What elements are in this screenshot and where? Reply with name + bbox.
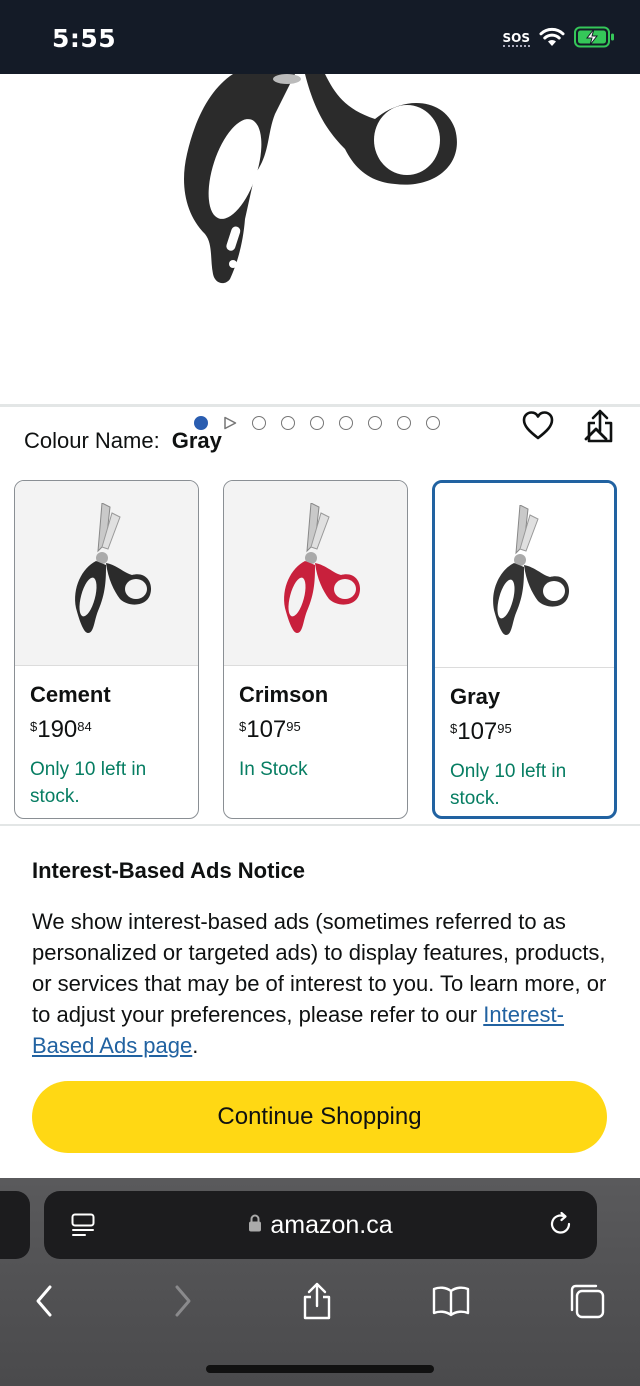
swatch-image <box>15 481 198 666</box>
address-bar[interactable]: amazon.ca <box>44 1191 597 1259</box>
lock-icon <box>248 1210 262 1239</box>
wifi-icon <box>538 26 566 53</box>
status-bar: 5:55 SOS <box>0 0 640 74</box>
option-price: $19084 <box>30 716 92 743</box>
status-time: 5:55 <box>52 24 117 53</box>
chevron-up-icon[interactable] <box>580 420 612 448</box>
share-icon[interactable] <box>292 1276 342 1326</box>
colour-name-value: Gray <box>171 428 222 453</box>
option-stock-status: In Stock <box>239 759 308 780</box>
colour-name-row: Colour Name: Gray <box>24 428 222 454</box>
url-display[interactable]: amazon.ca <box>44 1211 597 1240</box>
option-price: $10795 <box>450 718 512 745</box>
image-carousel-dots[interactable] <box>194 416 440 430</box>
notice-body: We show interest-based ads (sometimes re… <box>32 909 607 1058</box>
browser-toolbar <box>0 1276 640 1326</box>
product-image[interactable] <box>175 74 465 294</box>
carousel-dot[interactable] <box>252 416 266 430</box>
colour-options: Cement $19084 Only 10 left in stock. Cri… <box>14 480 617 819</box>
carousel-dot[interactable] <box>426 416 440 430</box>
carousel-dot[interactable] <box>281 416 295 430</box>
colour-option-gray[interactable]: Gray $10795 Only 10 left in stock. <box>432 480 617 819</box>
browser-chrome: amazon.ca <box>0 1178 640 1386</box>
notice-title: Interest-Based Ads Notice <box>32 858 306 883</box>
colour-option-cement[interactable]: Cement $19084 Only 10 left in stock. <box>14 480 199 819</box>
option-name: Crimson <box>239 682 329 707</box>
option-stock-status: Only 10 left in stock. <box>450 761 567 809</box>
option-name: Cement <box>30 682 111 707</box>
swatch-image <box>224 481 407 666</box>
sos-indicator: SOS <box>502 31 530 47</box>
interest-based-ads-notice: Interest-Based Ads Notice We show intere… <box>0 826 640 1178</box>
product-image-gallery[interactable] <box>0 74 640 443</box>
reload-icon[interactable] <box>547 1210 575 1243</box>
battery-charging-icon <box>574 26 616 53</box>
continue-shopping-button[interactable]: Continue Shopping <box>32 1081 607 1153</box>
colour-option-crimson[interactable]: Crimson $10795 In Stock <box>223 480 408 819</box>
previous-tab-peek[interactable] <box>0 1191 30 1259</box>
status-icons: SOS <box>502 26 617 53</box>
option-name: Gray <box>450 684 501 709</box>
carousel-dot[interactable] <box>368 416 382 430</box>
carousel-dot[interactable] <box>339 416 353 430</box>
section-divider <box>0 404 640 407</box>
tabs-icon[interactable] <box>562 1276 612 1326</box>
home-indicator[interactable] <box>206 1365 434 1373</box>
colour-name-label: Colour Name: <box>24 428 160 453</box>
wishlist-heart-icon[interactable] <box>518 406 558 446</box>
forward-icon[interactable] <box>158 1276 208 1326</box>
swatch-image <box>435 483 614 668</box>
carousel-dot[interactable] <box>397 416 411 430</box>
option-stock-status: Only 10 left in stock. <box>30 759 147 807</box>
bookmarks-icon[interactable] <box>426 1276 476 1326</box>
back-icon[interactable] <box>19 1276 69 1326</box>
carousel-dot[interactable] <box>310 416 324 430</box>
option-price: $10795 <box>239 716 301 743</box>
screen: 5:55 SOS Colour Name: Gray Cement $19084… <box>0 0 640 1386</box>
video-play-icon[interactable] <box>223 416 237 430</box>
